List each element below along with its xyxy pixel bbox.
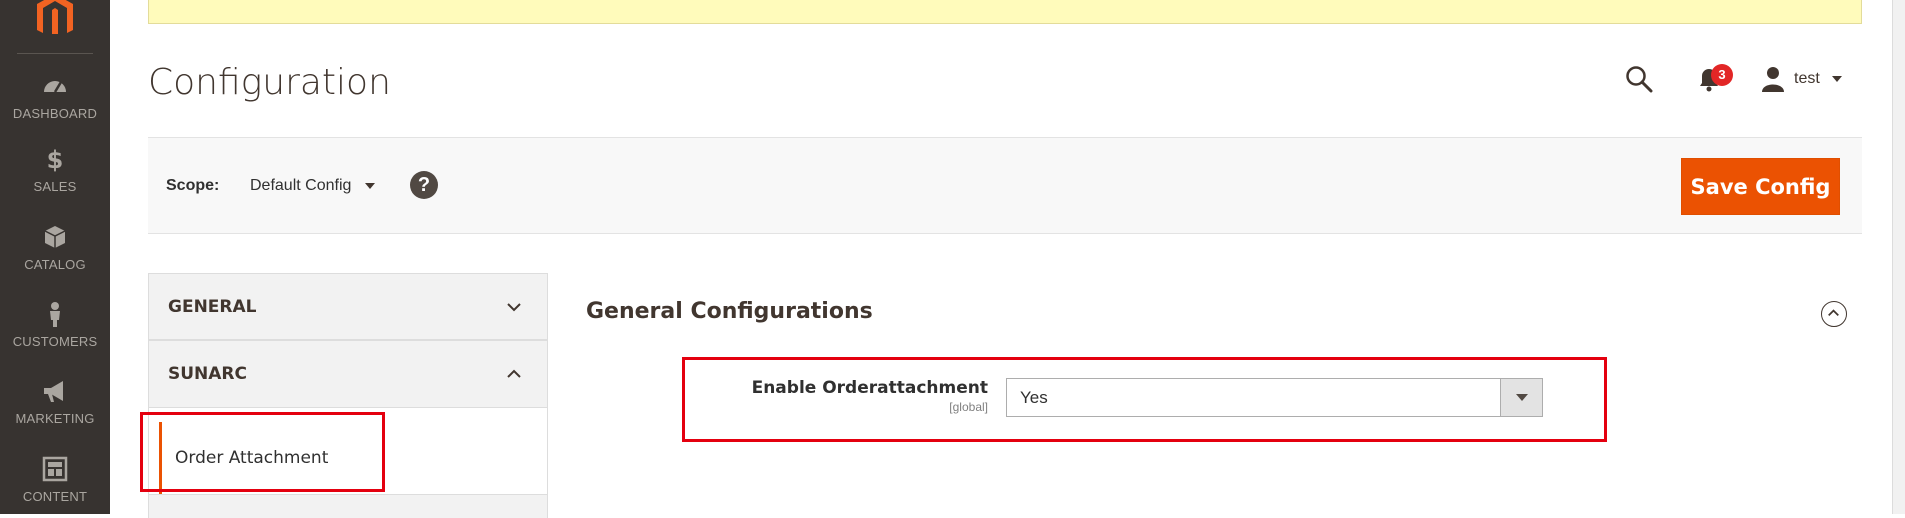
collapse-section-button[interactable] — [1821, 301, 1847, 327]
tab-general[interactable]: GENERAL — [148, 273, 548, 340]
save-config-button[interactable]: Save Config — [1681, 158, 1840, 215]
search-icon[interactable] — [1624, 64, 1654, 94]
section-title[interactable]: General Configurations — [586, 299, 873, 324]
sidebar-divider — [17, 53, 93, 54]
sidebar-item-label: CONTENT — [22, 489, 88, 504]
chevron-down-icon — [507, 303, 521, 312]
admin-sidebar: DASHBOARD $ SALES CATALOG CUSTOMERS MARK… — [0, 0, 110, 514]
svg-text:$: $ — [47, 146, 64, 173]
dashboard-icon — [41, 72, 69, 100]
sidebar-item-label: CATALOG — [24, 257, 86, 272]
user-icon — [1760, 66, 1786, 92]
sidebar-item-dashboard[interactable]: DASHBOARD — [0, 72, 110, 121]
megaphone-icon — [41, 377, 69, 405]
highlight-box-field — [682, 357, 1607, 442]
scope-value: Default Config — [250, 177, 352, 194]
sidebar-item-customers[interactable]: CUSTOMERS — [0, 300, 110, 349]
user-name: test — [1794, 70, 1820, 87]
next-tab-partial[interactable] — [148, 494, 548, 518]
box-icon — [41, 223, 69, 251]
user-account-menu[interactable]: test — [1760, 64, 1842, 94]
sidebar-item-label: CUSTOMERS — [12, 334, 98, 349]
tab-label: GENERAL — [168, 296, 257, 317]
scope-toolbar — [148, 137, 1862, 234]
highlight-box-order-attachment — [140, 412, 385, 492]
sidebar-item-marketing[interactable]: MARKETING — [0, 377, 110, 426]
scope-switcher[interactable]: Default Config — [250, 177, 376, 195]
help-icon[interactable]: ? — [410, 171, 438, 199]
sidebar-item-label: MARKETING — [15, 411, 95, 426]
chevron-up-icon — [1828, 309, 1839, 317]
sidebar-item-catalog[interactable]: CATALOG — [0, 223, 110, 272]
tab-label: SUNARC — [168, 364, 247, 384]
chevron-down-icon — [365, 183, 376, 189]
layout-icon — [41, 455, 69, 483]
sidebar-item-label: SALES — [33, 179, 77, 194]
chevron-up-icon — [507, 369, 521, 378]
tab-sunarc[interactable]: SUNARC — [148, 340, 548, 407]
sidebar-item-sales[interactable]: $ SALES — [0, 145, 110, 194]
vertical-scrollbar[interactable] — [1892, 0, 1905, 514]
magento-logo-icon[interactable] — [34, 0, 76, 36]
chevron-down-icon — [1831, 76, 1842, 82]
sidebar-item-label: DASHBOARD — [12, 106, 98, 121]
notification-count-badge[interactable]: 3 — [1711, 64, 1733, 86]
page-title: Configuration — [148, 62, 391, 103]
person-icon — [41, 300, 69, 328]
system-message-bar — [148, 0, 1862, 24]
scope-label: Scope: — [166, 177, 220, 194]
sidebar-item-content[interactable]: CONTENT — [0, 455, 110, 504]
dollar-icon: $ — [41, 145, 69, 174]
